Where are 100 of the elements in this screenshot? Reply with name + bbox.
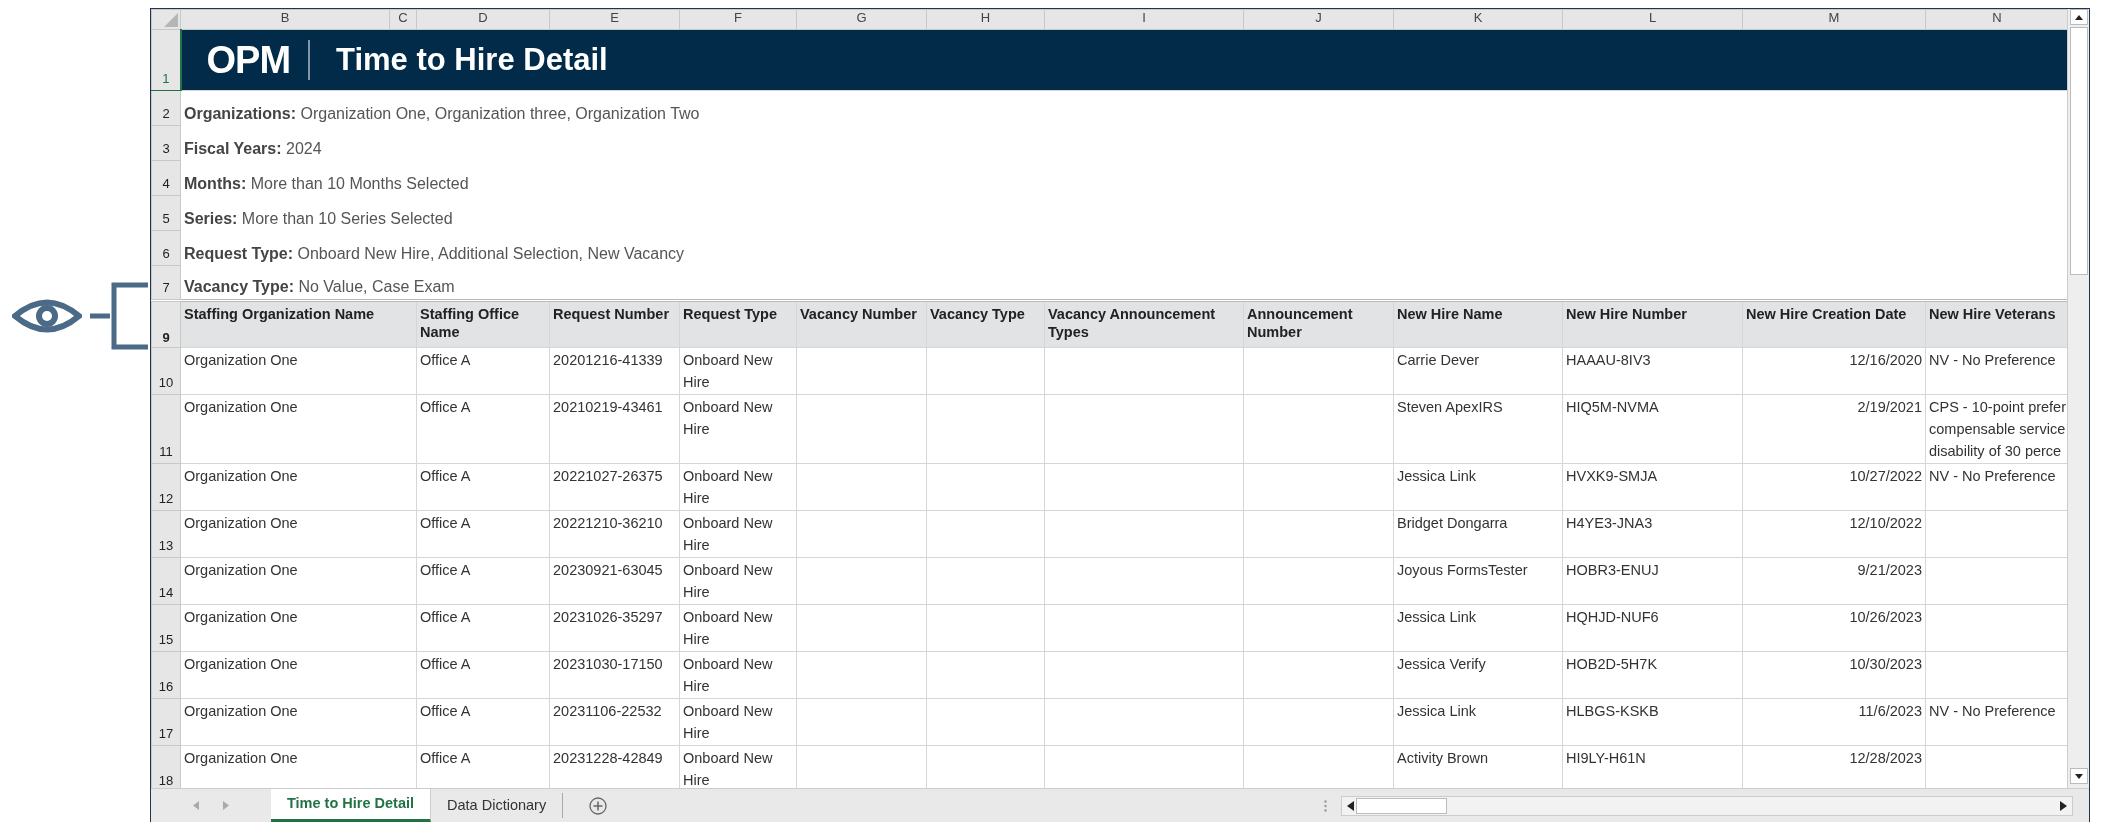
column-letter[interactable]: H [926, 9, 1045, 30]
add-sheet-icon[interactable] [589, 796, 608, 815]
table-cell: Organization One [180, 347, 417, 395]
row-number[interactable]: 14 [151, 557, 181, 605]
table-cell: 11/6/2023 [1742, 698, 1926, 746]
row-number[interactable]: 4 [151, 160, 181, 196]
table-cell: Office A [416, 347, 550, 395]
column-letter[interactable]: K [1393, 9, 1563, 30]
table-cell: HOB2D-5H7K [1562, 651, 1743, 699]
horizontal-scrollbar[interactable] [1341, 795, 2073, 816]
table-cell: 12/16/2020 [1742, 347, 1926, 395]
table-cell: Carrie Dever [1393, 347, 1563, 395]
column-header: Vacancy Type [926, 300, 1045, 348]
next-sheet-icon[interactable] [223, 801, 229, 810]
column-letter[interactable]: N [1925, 9, 2067, 30]
filter-text: Months: More than 10 Months Selected [184, 174, 469, 192]
up-arrow-icon [2074, 14, 2083, 20]
row-number[interactable]: 9 [151, 300, 181, 348]
row-number[interactable]: 10 [151, 347, 181, 395]
filter-text: Organizations: Organization One, Organization three, Organization Two [184, 104, 700, 122]
scrollbar-thumb[interactable] [2069, 27, 2088, 275]
table-cell: 10/30/2023 [1742, 651, 1926, 699]
table-cell: Onboard New Hire [679, 651, 797, 699]
column-header: Vacancy Number [796, 300, 927, 348]
report-title: Time to Hire Detail [335, 49, 608, 71]
column-letter[interactable]: J [1243, 9, 1394, 30]
scrollbar-thumb[interactable] [1356, 797, 1447, 814]
row-number[interactable]: 15 [151, 604, 181, 652]
row-number[interactable]: 11 [151, 394, 181, 464]
column-letter[interactable]: G [796, 9, 927, 30]
table-cell: Office A [416, 604, 550, 652]
table-cell: Organization One [180, 463, 417, 511]
table-cell: Office A [416, 463, 550, 511]
row-number[interactable]: 17 [151, 698, 181, 746]
column-letter[interactable]: E [549, 9, 680, 30]
column-letter[interactable]: L [1562, 9, 1743, 30]
table-cell: Onboard New Hire [679, 604, 797, 652]
table-cell: Office A [416, 394, 550, 464]
column-header: New Hire Veterans [1925, 300, 2067, 348]
column-header: Request Type [679, 300, 797, 348]
row-number[interactable]: 16 [151, 651, 181, 699]
table-cell: Jessica Link [1393, 463, 1563, 511]
column-letter[interactable]: M [1742, 9, 1926, 30]
sheet-tab[interactable]: Data Dictionary [431, 793, 564, 818]
table-cell: 10/27/2022 [1742, 463, 1926, 511]
table-cell: HVXK9-SMJA [1562, 463, 1743, 511]
filter-text: Fiscal Years: 2024 [184, 139, 322, 157]
row-number[interactable]: 5 [151, 195, 181, 231]
down-arrow-icon [2074, 773, 2083, 779]
column-letter[interactable]: D [416, 9, 550, 30]
select-all-icon[interactable] [164, 13, 178, 27]
row-number[interactable]: 1 [151, 29, 181, 91]
table-cell: Onboard New Hire [679, 510, 797, 558]
row-number[interactable]: 12 [151, 463, 181, 511]
scroll-right-icon[interactable] [2060, 800, 2067, 811]
column-header: Staffing Office Name [416, 300, 550, 348]
scroll-down-button[interactable] [2069, 768, 2088, 784]
table-cell: Organization One [180, 651, 417, 699]
row-number[interactable]: 13 [151, 510, 181, 558]
column-letter[interactable]: F [679, 9, 797, 30]
table-cell: Office A [416, 698, 550, 746]
table-cell: Jessica Link [1393, 604, 1563, 652]
splitter-icon[interactable] [1324, 799, 1327, 812]
table-cell: Steven ApexIRS [1393, 394, 1563, 464]
filter-text: Vacancy Type: No Value, Case Exam [184, 278, 455, 295]
row-number[interactable]: 18 [151, 745, 181, 788]
previous-sheet-icon[interactable] [193, 801, 199, 810]
row-number[interactable]: 3 [151, 125, 181, 161]
table-cell: Organization One [180, 698, 417, 746]
column-letter[interactable]: B [180, 9, 390, 30]
column-header: New Hire Creation Date [1742, 300, 1926, 348]
table-cell: Joyous FormsTester [1393, 557, 1563, 605]
sheet-tab[interactable]: Time to Hire Detail [271, 789, 432, 822]
column-letter[interactable]: C [389, 9, 417, 30]
table-cell: 20201216-41339 [549, 347, 680, 395]
filter-text: Series: More than 10 Series Selected [184, 209, 453, 227]
scroll-left-icon[interactable] [1347, 800, 1354, 811]
table-cell: Jessica Link [1393, 698, 1563, 746]
table-cell: Office A [416, 651, 550, 699]
table-cell: 9/21/2023 [1742, 557, 1926, 605]
scroll-up-button[interactable] [2069, 9, 2088, 25]
row-number[interactable]: 6 [151, 230, 181, 266]
table-cell: 12/10/2022 [1742, 510, 1926, 558]
table-cell: Onboard New Hire [679, 394, 797, 464]
table-cell: Office A [416, 510, 550, 558]
column-header: New Hire Name [1393, 300, 1563, 348]
table-cell: 20230921-63045 [549, 557, 680, 605]
table-cell: HQHJD-NUF6 [1562, 604, 1743, 652]
table-cell: Organization One [180, 510, 417, 558]
table-cell: HAAAU-8IV3 [1562, 347, 1743, 395]
table-cell: 20231026-35297 [549, 604, 680, 652]
column-letter[interactable]: I [1044, 9, 1244, 30]
logo: OPM [184, 40, 311, 80]
column-header: Vacancy Announcement Types [1044, 300, 1244, 348]
table-cell: 20210219-43461 [549, 394, 680, 464]
row-number[interactable]: 2 [151, 90, 181, 126]
table-cell: Office A [416, 557, 550, 605]
table-cell: 20221210-36210 [549, 510, 680, 558]
table-cell: 20231030-17150 [549, 651, 680, 699]
annotation-bracket [90, 282, 150, 350]
